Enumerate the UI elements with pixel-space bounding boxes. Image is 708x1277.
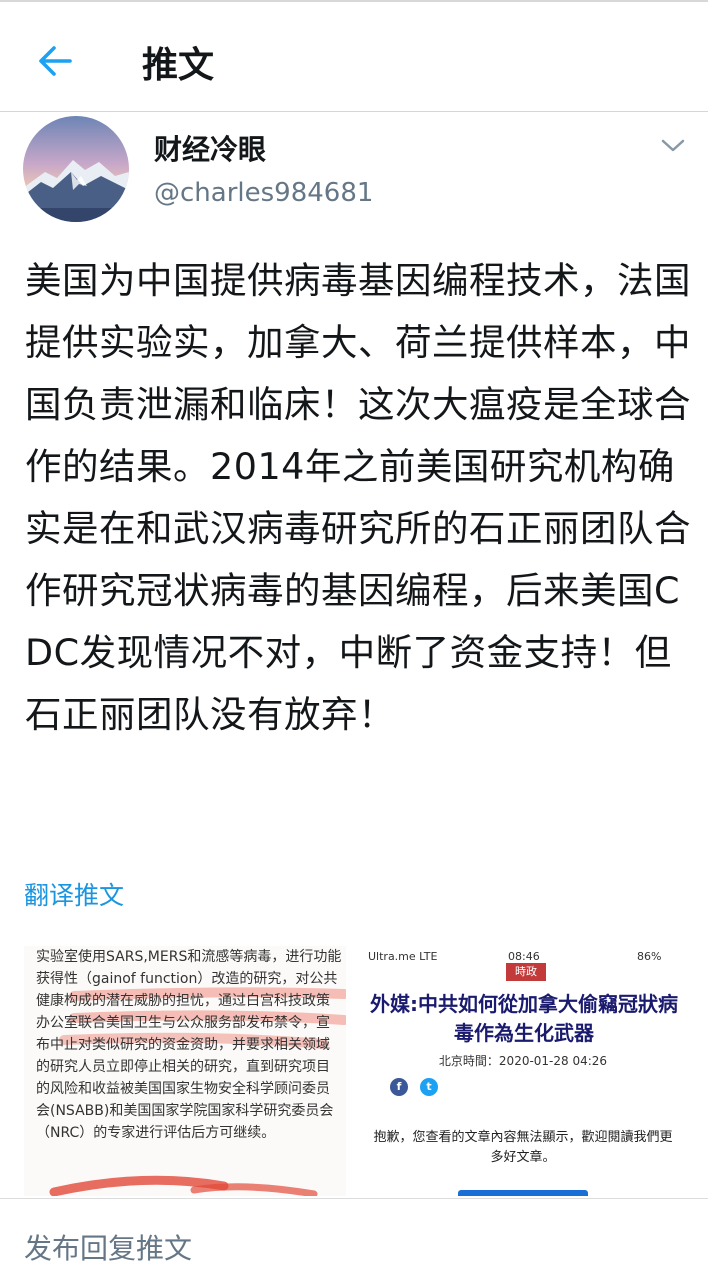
back-arrow-icon[interactable] — [34, 40, 76, 82]
media-image-1-text: 实验室使用SARS,MERS和流感等病毒，进行功能获得性（gainof func… — [36, 949, 342, 1141]
avatar[interactable] — [23, 116, 129, 222]
reply-bar[interactable]: 发布回复推文 — [0, 1198, 708, 1277]
top-bar: 推文 — [0, 0, 708, 112]
chevron-down-icon[interactable] — [660, 135, 686, 155]
article-time: 北京時間：2020-01-28 04:26 — [438, 1054, 608, 1068]
tweet-text: 美国为中国提供病毒基因编程技术，法国提供实验实，加拿大、荷兰提供样本，中国负责泄… — [25, 259, 691, 736]
display-name[interactable]: 财经冷眼 — [154, 128, 266, 168]
translate-link[interactable]: 翻译推文 — [24, 876, 124, 912]
article-message: 抱歉，您查看的文章內容無法顯示，歡迎閱讀我們更多好文章。 — [373, 1130, 673, 1165]
user-handle[interactable]: @charles984681 — [154, 178, 373, 208]
status-time: 08:46 — [508, 950, 540, 963]
media-grid: 实验室使用SARS,MERS和流感等病毒，进行功能获得性（gainof func… — [24, 946, 684, 1196]
facebook-icon: f — [390, 1078, 408, 1096]
reply-input[interactable]: 发布回复推文 — [24, 1227, 192, 1267]
media-image-2[interactable]: Ultra.me LTE 08:46 86% 時政 外媒:中共如何從加拿大偷竊冠… — [362, 946, 684, 1196]
category-tag: 時政 — [506, 963, 546, 981]
media-image-1[interactable]: 实验室使用SARS,MERS和流感等病毒，进行功能获得性（gainof func… — [24, 946, 346, 1196]
status-carrier: Ultra.me LTE — [368, 950, 438, 963]
article-title: 外媒:中共如何從加拿大偷竊冠狀病毒作為生化武器 — [370, 992, 678, 1045]
page-title: 推文 — [142, 45, 215, 86]
more-articles-button — [458, 1190, 588, 1196]
twitter-icon: t — [420, 1078, 438, 1096]
status-battery: 86% — [637, 950, 662, 963]
